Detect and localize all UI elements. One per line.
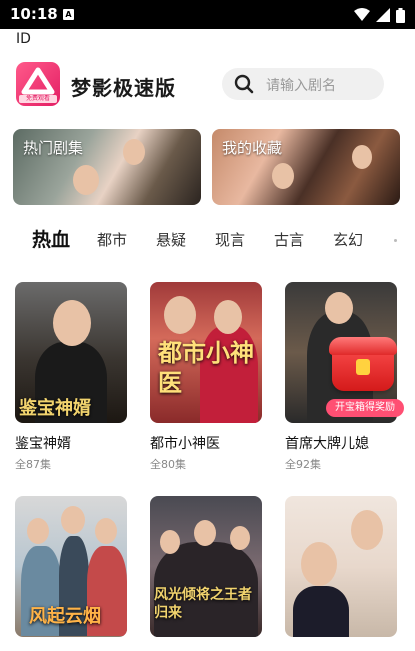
wifi-icon — [354, 8, 370, 21]
drama-poster[interactable]: 风光倾将之王者归来 — [150, 496, 262, 637]
poster-title: 鉴宝神婿 — [19, 398, 91, 419]
chest-lock — [356, 359, 370, 375]
drama-title: 首席大牌儿媳 — [285, 436, 369, 452]
reward-label: 开宝箱得奖励 — [326, 399, 404, 417]
more-tabs-indicator — [394, 239, 397, 242]
drama-poster[interactable]: 风起云烟 — [15, 496, 127, 637]
logo-tag: 免费观看 — [19, 95, 57, 103]
poster-face — [351, 510, 383, 550]
app-title: 梦影极速版 — [71, 76, 176, 100]
poster-face — [61, 506, 85, 534]
tab-xuanyi[interactable]: 悬疑 — [156, 229, 186, 250]
poster-face — [230, 526, 250, 550]
system-icons — [354, 7, 405, 23]
signal-icon — [376, 8, 390, 22]
banner-figure — [272, 163, 294, 189]
drama-title: 鉴宝神婿 — [15, 436, 71, 452]
banner-label: 热门剧集 — [23, 139, 84, 157]
banner-figure — [352, 145, 372, 169]
search-icon — [234, 74, 254, 94]
poster-face — [95, 518, 117, 544]
poster-title: 风起云烟 — [29, 606, 101, 627]
poster-title: 风光倾将之王者归来 — [154, 587, 252, 621]
drama-episodes: 全80集 — [150, 458, 186, 471]
poster-figure — [293, 586, 349, 637]
chest-lid — [329, 337, 397, 355]
app-logo: 免费观看 — [16, 62, 60, 106]
search-bar[interactable]: 请输入剧名 — [222, 68, 384, 100]
drama-title: 都市小神医 — [150, 436, 220, 452]
id-label: ID — [16, 31, 31, 47]
drama-episodes: 全92集 — [285, 458, 321, 471]
battery-icon — [396, 7, 405, 23]
treasure-chest-reward[interactable]: 开宝箱得奖励 — [322, 335, 406, 421]
sim-card-icon: A — [63, 9, 74, 20]
tab-dushi[interactable]: 都市 — [97, 229, 127, 250]
banner-figure — [73, 165, 99, 195]
treasure-chest-icon — [329, 337, 397, 391]
category-tabs: 热血 都市 悬疑 现言 古言 玄幻 — [0, 225, 415, 255]
tab-xuanhuan[interactable]: 玄幻 — [333, 229, 363, 250]
drama-card[interactable]: 风光倾将之王者归来 — [150, 496, 262, 637]
tab-rexue[interactable]: 热血 — [32, 225, 70, 252]
status-bar: 10:18 A — [0, 0, 415, 29]
drama-card[interactable]: 都市小神医 都市小神医 全80集 — [150, 282, 262, 472]
poster-face — [53, 300, 91, 346]
status-time: 10:18 — [10, 5, 58, 23]
drama-card[interactable] — [285, 496, 397, 637]
tab-xianyan[interactable]: 现言 — [215, 229, 245, 250]
poster-face — [164, 296, 196, 334]
poster-face — [214, 300, 242, 334]
banner-label: 我的收藏 — [222, 139, 283, 157]
poster-face — [194, 520, 216, 546]
poster-face — [160, 530, 180, 554]
search-placeholder: 请输入剧名 — [266, 78, 336, 94]
poster-face — [325, 292, 353, 324]
drama-episodes: 全87集 — [15, 458, 51, 471]
drama-poster[interactable] — [285, 496, 397, 637]
poster-face — [27, 518, 49, 544]
drama-poster[interactable]: 鉴宝神婿 — [15, 282, 127, 423]
drama-card[interactable]: 鉴宝神婿 鉴宝神婿 全87集 — [15, 282, 127, 472]
drama-card[interactable]: 风起云烟 — [15, 496, 127, 637]
banner-figure — [123, 139, 145, 165]
banner-hot-dramas[interactable]: 热门剧集 — [13, 129, 201, 205]
drama-poster[interactable]: 都市小神医 — [150, 282, 262, 423]
banner-favorites[interactable]: 我的收藏 — [212, 129, 400, 205]
poster-face — [301, 542, 337, 586]
poster-title: 都市小神医 — [158, 339, 254, 397]
tab-guyan[interactable]: 古言 — [274, 229, 304, 250]
